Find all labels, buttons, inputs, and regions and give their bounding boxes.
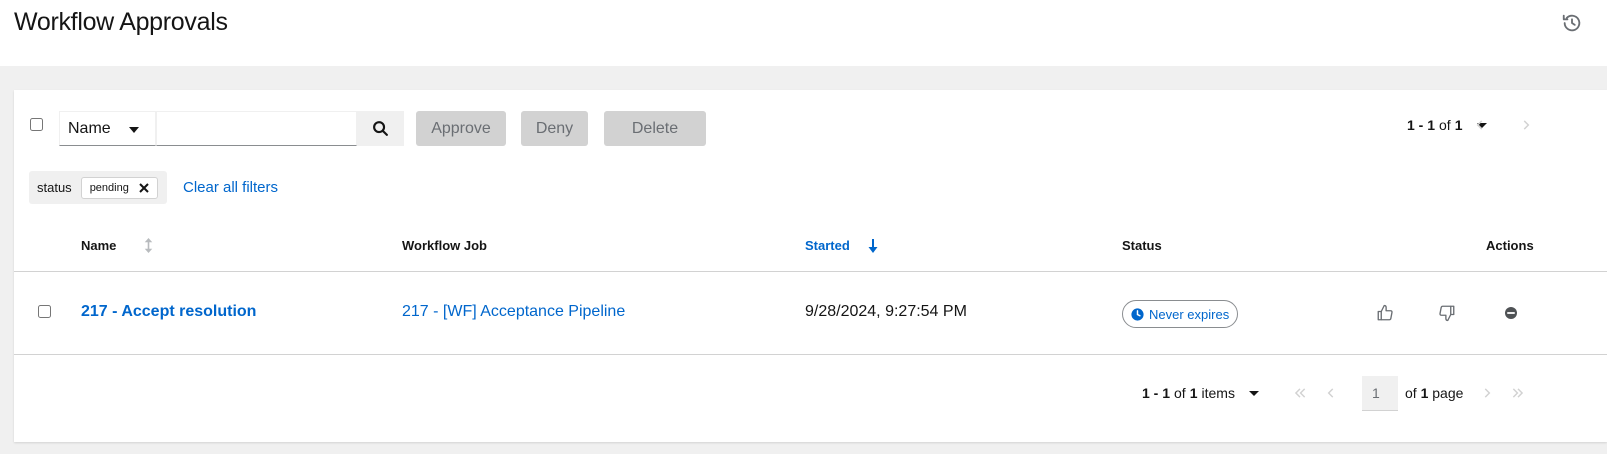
column-header-name[interactable]: Name [81,238,153,253]
delete-button[interactable]: Delete [604,111,706,146]
pagination-toggle-bottom[interactable]: 1 - 1 of 1 items [1142,385,1259,401]
clock-icon [1131,307,1144,321]
search-button[interactable] [357,111,404,146]
pagination-items-label: items [1201,385,1235,401]
pagination-total: 1 [1189,385,1198,401]
select-all-checkbox[interactable] [30,118,43,131]
row-divider [14,354,1607,355]
sort-icon [145,238,153,253]
page-count-text: of 1 page [1405,385,1464,401]
chevron-right-icon[interactable] [1519,118,1533,132]
status-badge: Never expires [1122,300,1239,328]
started-time: 9/28/2024, 9:27:54 PM [805,303,967,320]
pagination-of: of [1174,385,1186,401]
current-page-input[interactable] [1362,376,1398,411]
page-title: Workflow Approvals [14,8,228,36]
pagination-range: 1 - 1 [1407,117,1436,133]
column-header-actions: Actions [1486,238,1534,253]
row-divider [14,271,1607,272]
search-input[interactable] [156,111,357,146]
page-header: Workflow Approvals [0,0,1607,66]
thumbs-up-icon[interactable] [1376,304,1394,322]
column-header-started[interactable]: Started [805,238,878,253]
search-icon [373,121,388,136]
chip-label: pending [89,181,129,194]
filter-chip-group: status pending [29,171,167,204]
close-icon[interactable] [139,182,149,193]
deny-button[interactable]: Deny [521,111,588,146]
filter-chip: pending [80,176,158,199]
arrow-down-icon [868,238,878,253]
clear-all-filters-link[interactable]: Clear all filters [183,179,278,196]
chip-category-label: status [37,180,72,195]
filter-attribute-select[interactable]: Name [59,111,156,146]
cancel-icon[interactable] [1502,304,1520,322]
approve-button[interactable]: Approve [416,111,506,146]
caret-down-icon [129,127,139,133]
pagination-of: of [1439,117,1451,133]
pagination-total: 1 [1454,117,1463,133]
workflow-job-link[interactable]: 217 - [WF] Acceptance Pipeline [402,303,625,321]
row-checkbox[interactable] [38,305,51,318]
chevron-left-icon[interactable] [1473,118,1487,132]
approvals-card: Name Approve Deny Delete 1 - 1 of 1 stat… [14,90,1607,442]
thumbs-down-icon[interactable] [1438,304,1456,322]
first-page-icon[interactable] [1293,386,1307,400]
pagination-range: 1 - 1 [1142,385,1171,401]
status-label: Never expires [1149,306,1230,322]
filter-attribute-label: Name [68,119,111,137]
caret-down-icon [1248,390,1259,396]
approval-name-link[interactable]: 217 - Accept resolution [81,303,256,321]
history-icon[interactable] [1561,12,1583,34]
last-page-icon[interactable] [1511,386,1525,400]
column-header-status: Status [1122,238,1162,253]
chevron-right-icon[interactable] [1480,386,1494,400]
chevron-left-icon[interactable] [1324,386,1338,400]
column-header-workflow-job: Workflow Job [402,238,487,253]
